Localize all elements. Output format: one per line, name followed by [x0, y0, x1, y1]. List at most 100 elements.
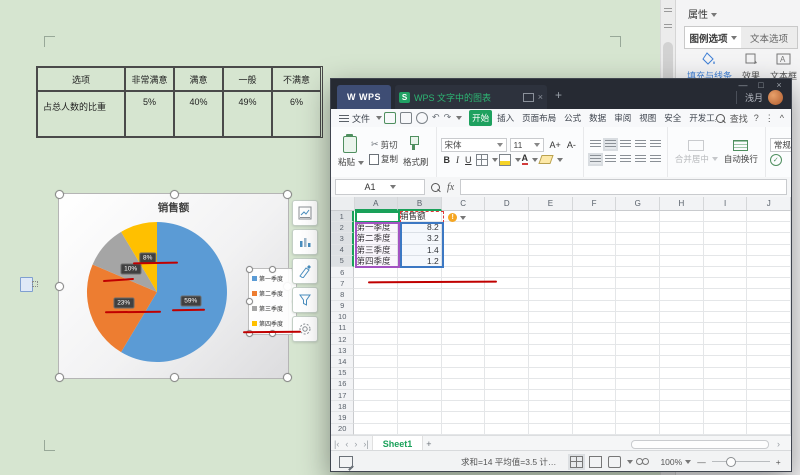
survey-table[interactable]: 选项非常满意满意一般不满意占总人数的比重5%40%49%6% [36, 66, 323, 138]
row-header-15[interactable]: 15 [331, 368, 354, 379]
cell-I4[interactable] [704, 245, 748, 256]
cell-F15[interactable] [573, 368, 617, 379]
cell-D11[interactable] [485, 323, 529, 334]
legend-item[interactable]: 第一季度 [252, 271, 296, 286]
cell-G1[interactable] [616, 211, 660, 222]
cell-E10[interactable] [529, 312, 573, 323]
cell-A10[interactable] [354, 312, 398, 323]
ribbon-tab-公式[interactable]: 公式 [561, 110, 584, 126]
resize-handle[interactable] [269, 266, 276, 273]
row-header-13[interactable]: 13 [331, 345, 354, 356]
cell-J11[interactable] [747, 323, 791, 334]
cell-G8[interactable] [616, 289, 660, 300]
fx-icon[interactable]: fx [447, 182, 454, 193]
cell-F14[interactable] [573, 356, 617, 367]
cell-D19[interactable] [485, 412, 529, 423]
redo-icon[interactable]: ↷ [444, 113, 452, 123]
cell-C11[interactable] [442, 323, 486, 334]
cell-A13[interactable] [354, 345, 398, 356]
zoom-out-button[interactable]: — [697, 457, 706, 467]
row-header-1[interactable]: 1 [331, 211, 354, 222]
ribbon-tab-开始[interactable]: 开始 [469, 110, 492, 126]
row-header-9[interactable]: 9 [331, 301, 354, 312]
hamburger-icon[interactable] [339, 115, 349, 122]
print-icon[interactable] [400, 112, 412, 124]
cell-E14[interactable] [529, 356, 573, 367]
row-header-5[interactable]: 5 [331, 256, 354, 267]
cell-I2[interactable] [704, 222, 748, 233]
cell-B4[interactable]: 1.4 [398, 245, 442, 256]
cell-H2[interactable] [660, 222, 704, 233]
cell-C3[interactable] [442, 233, 486, 244]
document-tab[interactable]: S WPS 文字中的图表 × [395, 85, 547, 109]
wps-logo-button[interactable]: W WPS [337, 85, 391, 109]
distribute-button[interactable] [650, 155, 661, 164]
legend-item[interactable]: 第二季度 [252, 286, 296, 301]
cell-J15[interactable] [747, 368, 791, 379]
cell-B12[interactable] [398, 334, 442, 345]
cell-J17[interactable] [747, 390, 791, 401]
cell-I15[interactable] [704, 368, 748, 379]
cell-H7[interactable] [660, 278, 704, 289]
monitor-icon[interactable] [523, 93, 534, 102]
cell-F12[interactable] [573, 334, 617, 345]
cell-J14[interactable] [747, 356, 791, 367]
cell-B1[interactable]: 销售额 [398, 211, 442, 222]
row-header-6[interactable]: 6 [331, 267, 354, 278]
merge-center-button[interactable]: 合并居中 [675, 140, 718, 165]
cell-H17[interactable] [660, 390, 704, 401]
cell-J13[interactable] [747, 345, 791, 356]
user-zone[interactable]: 浅月 [736, 90, 783, 105]
cell-F16[interactable] [573, 379, 617, 390]
cell-H15[interactable] [660, 368, 704, 379]
save-icon[interactable] [384, 112, 396, 124]
column-headers[interactable]: ABCDEFGHIJ [331, 197, 791, 211]
toolbar-expand-chevron[interactable]: › [787, 141, 790, 151]
cell-H13[interactable] [660, 345, 704, 356]
cell-J20[interactable] [747, 424, 791, 435]
cell-C15[interactable] [442, 368, 486, 379]
cell-E3[interactable] [529, 233, 573, 244]
cell-F17[interactable] [573, 390, 617, 401]
paste-button[interactable]: 粘贴 [338, 136, 364, 168]
cell-J18[interactable] [747, 401, 791, 412]
cell-B19[interactable] [398, 412, 442, 423]
file-menu[interactable]: 文件 [352, 112, 370, 125]
cell-I1[interactable] [704, 211, 748, 222]
cell-J6[interactable] [747, 267, 791, 278]
cell-G15[interactable] [616, 368, 660, 379]
cell-C16[interactable] [442, 379, 486, 390]
check-style-icon[interactable]: ✓ [770, 154, 782, 166]
cell-D4[interactable] [485, 245, 529, 256]
cell-H10[interactable] [660, 312, 704, 323]
cell-C5[interactable] [442, 256, 486, 267]
cell-A1[interactable] [354, 211, 398, 222]
resize-handle[interactable] [283, 190, 292, 199]
cell-E9[interactable] [529, 301, 573, 312]
row-header-10[interactable]: 10 [331, 312, 354, 323]
font-size-select[interactable]: 11 [510, 138, 544, 152]
close-button[interactable]: × [771, 80, 787, 90]
cell-D17[interactable] [485, 390, 529, 401]
resize-handle[interactable] [283, 373, 292, 382]
zoom-in-button[interactable]: + [776, 457, 781, 467]
cell-J7[interactable] [747, 278, 791, 289]
column-header-I[interactable]: I [704, 197, 748, 211]
cell-J4[interactable] [747, 245, 791, 256]
cell-I14[interactable] [704, 356, 748, 367]
cell-E16[interactable] [529, 379, 573, 390]
ribbon-tab-数据[interactable]: 数据 [586, 110, 609, 126]
cell-I20[interactable] [704, 424, 748, 435]
cell-B13[interactable] [398, 345, 442, 356]
cell-D5[interactable] [485, 256, 529, 267]
row-header-4[interactable]: 4 [331, 245, 354, 256]
scroll-right-button[interactable]: › [777, 439, 780, 449]
cell-F10[interactable] [573, 312, 617, 323]
eye-protection-icon[interactable] [636, 458, 649, 466]
cell-E6[interactable] [529, 267, 573, 278]
cell-A4[interactable]: 第三季度 [354, 245, 398, 256]
cell-A7[interactable] [354, 278, 398, 289]
cell-E8[interactable] [529, 289, 573, 300]
add-sheet-button[interactable]: + [426, 439, 431, 449]
cell-I17[interactable] [704, 390, 748, 401]
